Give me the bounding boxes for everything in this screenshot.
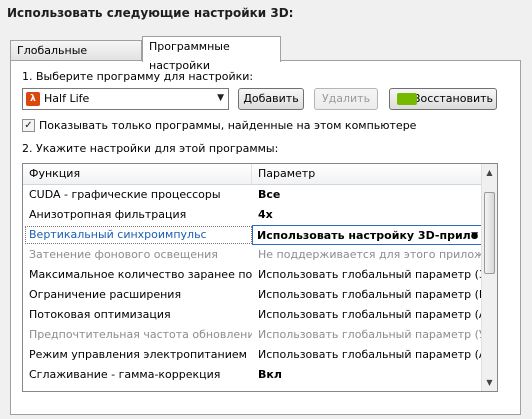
table-row[interactable]: CUDA - графические процессоры Все — [23, 185, 483, 205]
feature-cell: Потоковая оптимизация — [29, 308, 171, 321]
table-row-selected[interactable]: Вертикальный синхроимпульс Использовать … — [23, 225, 483, 245]
table-row[interactable]: Сглаживание - гамма-коррекция Вкл — [23, 365, 483, 385]
chevron-down-icon: ▼ — [471, 231, 478, 241]
table-header: Функция Параметр — [23, 164, 483, 185]
nvidia-icon — [397, 93, 417, 105]
value-cell: Вкл — [258, 368, 282, 381]
page-title: Использовать следующие настройки 3D: — [7, 6, 294, 20]
column-header-feature[interactable]: Функция — [23, 164, 252, 184]
feature-cell: Сглаживание - гамма-коррекция — [29, 368, 221, 381]
table-row[interactable]: Предпочтительная частота обновлени... Ис… — [23, 325, 483, 345]
feature-cell: Анизотропная фильтрация — [29, 208, 187, 221]
step1-label: 1. Выберите программу для настройки: — [22, 70, 254, 83]
table-row[interactable]: Максимальное количество заранее под... И… — [23, 265, 483, 285]
feature-cell: Ограничение расширения — [29, 288, 182, 301]
restore-button-label: Восстановить — [413, 92, 493, 105]
value-cell: Не поддерживается для этого приложе... — [258, 248, 483, 261]
program-select-value: Half Life — [44, 92, 90, 105]
feature-cell: Режим управления электропитанием — [29, 348, 247, 361]
focus-outline — [25, 226, 252, 244]
tab-global-settings[interactable]: Глобальные параметры — [10, 40, 142, 76]
remove-button[interactable]: Удалить — [314, 88, 378, 110]
feature-cell: Максимальное количество заранее под... — [29, 268, 252, 281]
scrollbar-thumb[interactable] — [484, 192, 495, 274]
table-row[interactable]: Анизотропная фильтрация 4x — [23, 205, 483, 225]
scroll-down-icon[interactable]: ▼ — [482, 374, 497, 391]
table-row[interactable]: Потоковая оптимизация Использовать глоба… — [23, 305, 483, 325]
tab-program-settings[interactable]: Программные настройки — [142, 36, 281, 72]
chevron-down-icon: ▼ — [217, 93, 224, 103]
value-dropdown-label: Использовать настройку 3D-прило — [257, 229, 479, 242]
value-cell: Использовать глобальный параметр (А... — [258, 308, 483, 321]
restore-button[interactable]: Восстановить — [389, 88, 497, 110]
value-dropdown[interactable]: Использовать настройку 3D-прило ▼ — [252, 225, 483, 245]
show-found-programs-checkbox[interactable]: ✓ — [22, 119, 35, 132]
vertical-scrollbar[interactable]: ▲ ▼ — [481, 164, 497, 391]
show-found-programs-label: Показывать только программы, найденные н… — [39, 119, 417, 132]
table-row[interactable]: Затенение фонового освещения Не поддержи… — [23, 245, 483, 265]
nvidia-3d-settings-window: Использовать следующие настройки 3D: Гло… — [0, 0, 532, 419]
value-cell: Использовать глобальный параметр (А... — [258, 348, 483, 361]
half-life-icon: λ — [26, 92, 40, 106]
value-cell: Использовать глобальный параметр (3) — [258, 268, 483, 281]
value-cell: 4x — [258, 208, 273, 221]
feature-cell: Предпочтительная частота обновлени... — [29, 328, 252, 341]
value-cell: Все — [258, 188, 281, 201]
table-row[interactable]: Ограничение расширения Использовать глоб… — [23, 285, 483, 305]
feature-cell: CUDA - графические процессоры — [29, 188, 221, 201]
value-cell: Использовать глобальный параметр (У... — [258, 328, 483, 341]
column-header-value[interactable]: Параметр — [252, 164, 483, 184]
add-button[interactable]: Добавить — [238, 88, 304, 110]
step2-label: 2. Укажите настройки для этой программы: — [22, 142, 279, 155]
feature-cell: Затенение фонового освещения — [29, 248, 218, 261]
settings-table: Функция Параметр CUDA - графические проц… — [22, 163, 498, 392]
feature-cell: Вертикальный синхроимпульс — [23, 225, 252, 245]
scroll-up-icon[interactable]: ▲ — [482, 164, 497, 181]
value-cell: Использовать глобальный параметр (В... — [258, 288, 483, 301]
table-row[interactable]: Режим управления электропитанием Использ… — [23, 345, 483, 365]
program-select[interactable]: λ Half Life ▼ — [22, 88, 229, 110]
